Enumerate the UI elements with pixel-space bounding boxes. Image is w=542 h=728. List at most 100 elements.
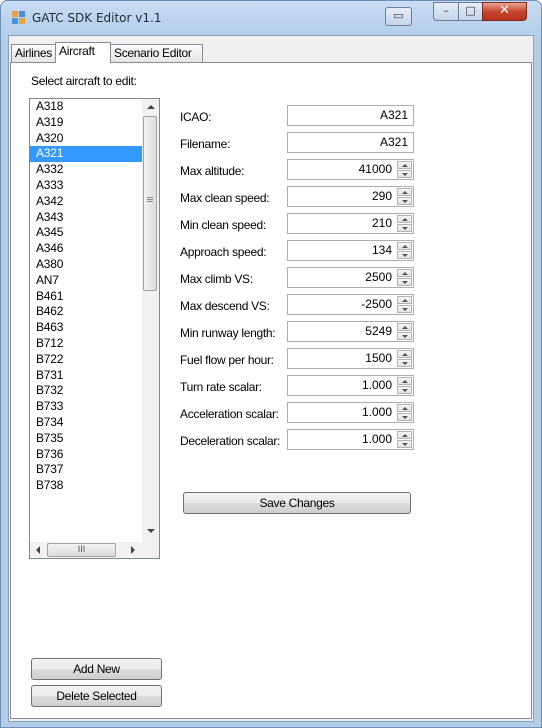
turn-rate-scalar-spinner[interactable]: 1.000: [287, 375, 414, 396]
acceleration-scalar-spinner[interactable]: 1.000: [287, 402, 414, 423]
tab-scenario-editor[interactable]: Scenario Editor: [110, 44, 203, 62]
list-item[interactable]: B732: [30, 383, 142, 399]
list-item[interactable]: B736: [30, 447, 142, 463]
list-item[interactable]: B463: [30, 320, 142, 336]
list-item[interactable]: A345: [30, 225, 142, 241]
fuel-flow-per-hour-spinner[interactable]: 1500: [287, 348, 414, 369]
spin-up-button[interactable]: [397, 188, 412, 196]
list-item[interactable]: A318: [30, 99, 142, 115]
arrow-up-icon: [402, 191, 408, 194]
scroll-right-icon[interactable]: [131, 546, 135, 554]
spin-down-button[interactable]: [397, 332, 412, 340]
tab-aircraft[interactable]: Aircraft: [55, 42, 111, 63]
list-item[interactable]: B461: [30, 289, 142, 305]
max-altitude-label: Max altitude:: [180, 164, 245, 178]
spin-up-button[interactable]: [397, 242, 412, 250]
max-clean-speed-spinner[interactable]: 290: [287, 186, 414, 207]
list-item[interactable]: A332: [30, 162, 142, 178]
spin-up-button[interactable]: [397, 431, 412, 439]
spin-down-button[interactable]: [397, 386, 412, 394]
spin-down-button[interactable]: [397, 440, 412, 448]
spin-down-button[interactable]: [397, 278, 412, 286]
list-item[interactable]: A321: [30, 146, 142, 163]
spin-up-button[interactable]: [397, 161, 412, 169]
aircraft-listbox[interactable]: A318 A319 A320 A321 A332 A333 A342 A343 A345 A346…: [29, 98, 160, 559]
deceleration-scalar-spinner[interactable]: 1.000: [287, 429, 414, 450]
list-item[interactable]: A380: [30, 257, 142, 273]
max-clean-speed-label: Max clean speed:: [180, 191, 270, 205]
vertical-scroll-thumb[interactable]: [143, 116, 157, 291]
spin-up-button[interactable]: [397, 350, 412, 358]
list-item[interactable]: B722: [30, 352, 142, 368]
spin-up-button[interactable]: [397, 323, 412, 331]
spin-down-button[interactable]: [397, 224, 412, 232]
min-runway-length-spinner[interactable]: 5249: [287, 321, 414, 342]
maximize-button[interactable]: □: [458, 2, 483, 21]
spin-buttons: [397, 350, 412, 367]
list-item[interactable]: B712: [30, 336, 142, 352]
spin-down-button[interactable]: [397, 305, 412, 313]
list-item[interactable]: B462: [30, 304, 142, 320]
spin-up-button[interactable]: [397, 215, 412, 223]
list-item[interactable]: B735: [30, 431, 142, 447]
arrow-up-icon: [402, 353, 408, 356]
arrow-down-icon: [402, 416, 408, 419]
close-button[interactable]: ✕: [482, 2, 527, 21]
filename-field[interactable]: A321: [287, 132, 414, 153]
horizontal-scroll-thumb[interactable]: III: [47, 543, 116, 557]
title-bar[interactable]: GATC SDK Editor v1.1 ▭ – □ ✕: [1, 1, 541, 35]
list-item[interactable]: AN7: [30, 273, 142, 289]
spin-down-button[interactable]: [397, 359, 412, 367]
arrow-up-icon: [402, 434, 408, 437]
acceleration-scalar-label: Acceleration scalar:: [180, 407, 279, 421]
spin-up-button[interactable]: [397, 269, 412, 277]
maximize-icon: □: [465, 4, 476, 17]
max-climb-vs-spinner[interactable]: 2500: [287, 267, 414, 288]
icao-value: A321: [379, 108, 408, 122]
arrow-down-icon: [402, 227, 408, 230]
spin-up-button[interactable]: [397, 404, 412, 412]
list-item[interactable]: A346: [30, 241, 142, 257]
list-item[interactable]: B738: [30, 478, 142, 494]
spin-buttons: [397, 377, 412, 394]
max-altitude-spinner[interactable]: 41000: [287, 159, 414, 180]
vertical-scrollbar[interactable]: [142, 99, 159, 542]
help-button[interactable]: ▭: [385, 7, 412, 26]
list-item[interactable]: A333: [30, 178, 142, 194]
list-item[interactable]: B734: [30, 415, 142, 431]
approach-speed-label: Approach speed:: [180, 245, 267, 259]
spin-down-button[interactable]: [397, 251, 412, 259]
select-aircraft-label: Select aircraft to edit:: [31, 74, 137, 88]
spin-down-button[interactable]: [397, 197, 412, 205]
delete-selected-button[interactable]: Delete Selected: [31, 685, 162, 707]
horizontal-scrollbar[interactable]: III: [30, 542, 142, 558]
spin-down-button[interactable]: [397, 413, 412, 421]
list-item[interactable]: B737: [30, 462, 142, 478]
arrow-up-icon: [402, 380, 408, 383]
spin-down-button[interactable]: [397, 170, 412, 178]
window-title: GATC SDK Editor v1.1: [32, 11, 162, 25]
spin-up-button[interactable]: [397, 377, 412, 385]
minimize-button[interactable]: –: [433, 2, 459, 21]
scroll-left-icon[interactable]: [36, 546, 40, 554]
list-item[interactable]: B731: [30, 368, 142, 384]
save-changes-button[interactable]: Save Changes: [183, 492, 411, 514]
list-item[interactable]: A319: [30, 115, 142, 131]
list-item[interactable]: A320: [30, 131, 142, 147]
scroll-down-icon[interactable]: [147, 529, 155, 533]
list-item[interactable]: A343: [30, 210, 142, 226]
arrow-down-icon: [402, 389, 408, 392]
icao-field[interactable]: A321: [287, 105, 414, 126]
tab-airlines[interactable]: Airlines: [11, 44, 56, 62]
list-item[interactable]: B733: [30, 399, 142, 415]
min-clean-speed-spinner[interactable]: 210: [287, 213, 414, 234]
spin-buttons: [397, 323, 412, 340]
scroll-up-icon[interactable]: [147, 105, 155, 109]
approach-speed-spinner[interactable]: 134: [287, 240, 414, 261]
max-descend-vs-spinner[interactable]: -2500: [287, 294, 414, 315]
list-item[interactable]: A342: [30, 194, 142, 210]
arrow-down-icon: [402, 173, 408, 176]
spin-up-button[interactable]: [397, 296, 412, 304]
add-new-button[interactable]: Add New: [31, 658, 162, 680]
app-window: GATC SDK Editor v1.1 ▭ – □ ✕ Airlines Ai…: [0, 0, 542, 728]
